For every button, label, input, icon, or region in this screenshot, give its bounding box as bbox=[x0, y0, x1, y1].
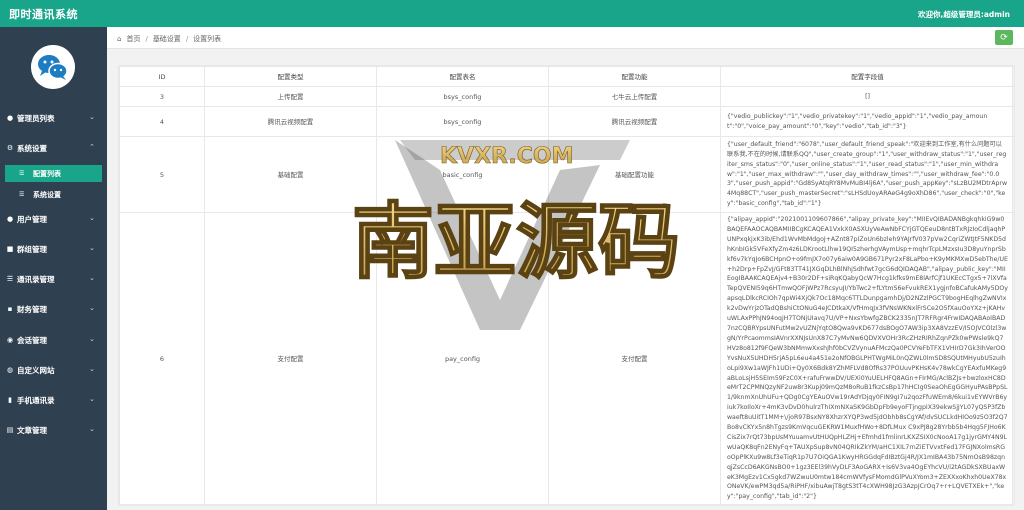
config-table-container: ID 配置类型 配置表名 配置功能 配置字段值 3 上传配置 bsys_conf… bbox=[118, 65, 1015, 507]
gear-icon: ⚙ bbox=[6, 144, 14, 152]
person-icon: ● bbox=[6, 114, 14, 122]
phone-icon: ▮ bbox=[8, 396, 12, 404]
cell-type: 上传配置 bbox=[204, 86, 377, 107]
breadcrumb-level1[interactable]: 基础设置 bbox=[153, 34, 181, 44]
breadcrumb-bar: ⌂ 首页 / 基础设置 / 设置列表 ⟳ bbox=[107, 27, 1024, 49]
main-content: ⌂ 首页 / 基础设置 / 设置列表 ⟳ ID 配置类型 配置表名 配置功能 配… bbox=[107, 27, 1024, 510]
table-row: 3 上传配置 bsys_config 七牛云上传配置 [] bbox=[119, 86, 1015, 107]
column-header-table: 配置表名 bbox=[376, 66, 549, 87]
sidebar-item-label: 用户管理 bbox=[17, 215, 47, 224]
cell-type: 腾讯云视频配置 bbox=[204, 106, 377, 137]
wechat-logo-icon bbox=[31, 45, 75, 89]
cell-function: 七牛云上传配置 bbox=[548, 86, 721, 107]
sidebar-item-contacts-management[interactable]: ☰ 通讯录管理 ⌄ bbox=[0, 268, 107, 290]
book-icon: ▪ bbox=[7, 305, 13, 313]
chevron-down-icon: ⌄ bbox=[89, 274, 95, 282]
list-icon: ☰ bbox=[6, 275, 14, 283]
cell-table: bsys_config bbox=[376, 106, 549, 137]
chevron-down-icon: ⌄ bbox=[89, 425, 95, 433]
sidebar-subitem-label: 配置列表 bbox=[33, 170, 61, 178]
cell-id: 3 bbox=[119, 86, 205, 107]
cell-function: 基础配置功能 bbox=[548, 136, 721, 213]
breadcrumb-home[interactable]: 首页 bbox=[126, 34, 140, 44]
top-header-bar: 即时通讯系统 欢迎你,超级管理员:admin bbox=[0, 0, 1024, 27]
list-icon: ☰ bbox=[19, 170, 25, 177]
sidebar-item-session-management[interactable]: ◉ 会话管理 ⌄ bbox=[0, 329, 107, 351]
chevron-up-icon: ⌃ bbox=[89, 143, 95, 151]
sidebar-item-label: 群组管理 bbox=[17, 245, 47, 254]
sidebar-item-label: 手机通讯录 bbox=[17, 396, 55, 405]
cell-type: 基础配置 bbox=[204, 136, 377, 213]
app-brand: 即时通讯系统 bbox=[9, 8, 78, 21]
table-header-row: ID 配置类型 配置表名 配置功能 配置字段值 bbox=[119, 66, 1015, 87]
group-icon: ■ bbox=[6, 245, 14, 253]
sidebar-subitem-system-settings[interactable]: ☰ 系统设置 bbox=[5, 186, 102, 203]
cell-table: pay_config bbox=[376, 211, 549, 506]
cell-table: basic_config bbox=[376, 136, 549, 213]
sidebar-subitem-label: 系统设置 bbox=[33, 191, 61, 199]
table-row: 5 基础配置 basic_config 基础配置功能 {"user_defaul… bbox=[119, 136, 1015, 213]
chevron-down-icon: ⌄ bbox=[89, 113, 95, 121]
chevron-down-icon: ⌄ bbox=[89, 365, 95, 373]
chevron-down-icon: ⌄ bbox=[89, 395, 95, 403]
cell-id: 4 bbox=[119, 106, 205, 137]
chevron-down-icon: ⌄ bbox=[89, 335, 95, 343]
avatar bbox=[31, 45, 75, 89]
refresh-button[interactable]: ⟳ bbox=[995, 30, 1013, 45]
cell-value: {"alipay_appid":"2021001109607866","alip… bbox=[720, 211, 1015, 506]
sidebar-subitem-config-list[interactable]: ☰ 配置列表 bbox=[5, 165, 102, 182]
sidebar: ● 管理员列表 ⌄ ⚙ 系统设置 ⌃ ☰ 配置列表 ☰ 系统设置 ● 用户管理 … bbox=[0, 27, 107, 510]
table-row: 6 支付配置 pay_config 支付配置 {"alipay_appid":"… bbox=[119, 211, 1015, 506]
cell-table: bsys_config bbox=[376, 86, 549, 107]
sidebar-item-finance-management[interactable]: ▪ 财务管理 ⌄ bbox=[0, 298, 107, 320]
sidebar-item-label: 自定义网站 bbox=[17, 366, 55, 375]
sidebar-item-group-management[interactable]: ■ 群组管理 ⌄ bbox=[0, 238, 107, 260]
breadcrumb: ⌂ 首页 / 基础设置 / 设置列表 bbox=[117, 34, 221, 44]
sidebar-item-label: 通讯录管理 bbox=[17, 275, 55, 284]
column-header-function: 配置功能 bbox=[548, 66, 721, 87]
breadcrumb-current: 设置列表 bbox=[193, 35, 222, 43]
refresh-icon: ⟳ bbox=[1000, 32, 1008, 43]
cell-value: {"user_default_friend":"6078","user_defa… bbox=[720, 136, 1015, 213]
config-table: ID 配置类型 配置表名 配置功能 配置字段值 3 上传配置 bsys_conf… bbox=[119, 66, 1015, 506]
chevron-down-icon: ⌄ bbox=[89, 304, 95, 312]
chevron-down-icon: ⌄ bbox=[89, 244, 95, 252]
home-icon: ⌂ bbox=[117, 35, 122, 43]
chevron-down-icon: ⌄ bbox=[89, 214, 95, 222]
column-header-value: 配置字段值 bbox=[720, 66, 1015, 87]
sidebar-item-label: 系统设置 bbox=[17, 144, 47, 153]
list-icon: ☰ bbox=[19, 191, 25, 198]
table-row: 4 腾讯云视频配置 bsys_config 腾讯云视频配置 {"vedio_pu… bbox=[119, 106, 1015, 137]
sidebar-item-phone-contacts[interactable]: ▮ 手机通讯录 ⌄ bbox=[0, 389, 107, 411]
column-header-id: ID bbox=[119, 66, 205, 87]
cell-id: 6 bbox=[119, 211, 205, 506]
sidebar-item-article-management[interactable]: ▤ 文章管理 ⌄ bbox=[0, 419, 107, 441]
sidebar-item-system-settings[interactable]: ⚙ 系统设置 ⌃ bbox=[0, 137, 107, 159]
cell-function: 腾讯云视频配置 bbox=[548, 106, 721, 137]
person-icon: ● bbox=[6, 215, 14, 223]
cell-value: {"vedio_publickey":"1","vedio_privatekey… bbox=[720, 106, 1015, 137]
breadcrumb-separator: / bbox=[145, 35, 148, 43]
cell-function: 支付配置 bbox=[548, 211, 721, 506]
welcome-text: 欢迎你,超级管理员:admin bbox=[917, 10, 1010, 19]
sidebar-item-user-management[interactable]: ● 用户管理 ⌄ bbox=[0, 208, 107, 230]
sidebar-item-custom-website[interactable]: ◍ 自定义网站 ⌄ bbox=[0, 359, 107, 381]
breadcrumb-separator: / bbox=[185, 35, 189, 43]
sidebar-item-admin-list[interactable]: ● 管理员列表 ⌄ bbox=[0, 107, 107, 129]
sidebar-item-label: 管理员列表 bbox=[17, 114, 55, 123]
doc-icon: ▤ bbox=[6, 426, 14, 434]
cell-id: 5 bbox=[119, 136, 205, 213]
sidebar-item-label: 会话管理 bbox=[17, 336, 47, 345]
chat-icon: ◉ bbox=[6, 336, 14, 344]
globe-icon: ◍ bbox=[6, 366, 14, 374]
cell-type: 支付配置 bbox=[204, 211, 377, 506]
cell-value: [] bbox=[720, 86, 1015, 107]
sidebar-item-label: 文章管理 bbox=[17, 426, 47, 435]
column-header-type: 配置类型 bbox=[204, 66, 377, 87]
sidebar-item-label: 财务管理 bbox=[17, 305, 47, 314]
